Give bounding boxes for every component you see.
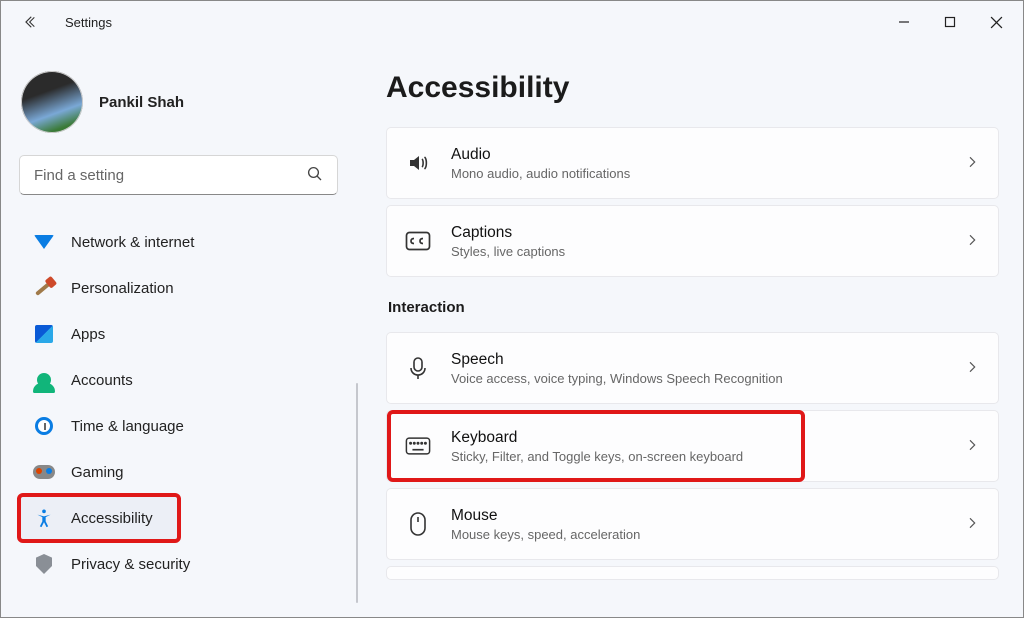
sidebar-nav: Network & internet Personalization Apps … xyxy=(19,219,346,587)
sidebar-item-label: Time & language xyxy=(71,418,184,435)
sidebar-item-apps[interactable]: Apps xyxy=(19,311,346,357)
card-text: Captions Styles, live captions xyxy=(451,224,565,259)
clock-icon xyxy=(33,415,55,437)
account-icon xyxy=(33,369,55,391)
window-controls xyxy=(881,4,1019,40)
card-subtitle: Voice access, voice typing, Windows Spee… xyxy=(451,371,783,386)
mouse-icon xyxy=(405,511,431,537)
scrollbar-thumb[interactable] xyxy=(356,383,358,603)
audio-icon xyxy=(405,150,431,176)
apps-icon xyxy=(33,323,55,345)
profile-name: Pankil Shah xyxy=(99,94,184,111)
titlebar: Settings xyxy=(1,1,1023,43)
sidebar-item-privacy[interactable]: Privacy & security xyxy=(19,541,346,587)
sidebar-item-label: Accessibility xyxy=(71,510,153,527)
card-text: Audio Mono audio, audio notifications xyxy=(451,146,630,181)
card-keyboard[interactable]: Keyboard Sticky, Filter, and Toggle keys… xyxy=(386,410,999,482)
sidebar-item-gaming[interactable]: Gaming xyxy=(19,449,346,495)
mic-icon xyxy=(405,355,431,381)
search-icon xyxy=(306,165,324,186)
sidebar-item-label: Apps xyxy=(71,326,105,343)
card-subtitle: Styles, live captions xyxy=(451,244,565,259)
card-captions[interactable]: Captions Styles, live captions xyxy=(386,205,999,277)
sidebar-item-label: Accounts xyxy=(71,372,133,389)
accessibility-icon xyxy=(33,507,55,529)
card-subtitle: Mouse keys, speed, acceleration xyxy=(451,527,640,542)
body: Pankil Shah Network & internet Personali… xyxy=(1,43,1023,617)
card-title: Keyboard xyxy=(451,429,743,447)
captions-icon xyxy=(405,228,431,254)
gamepad-icon xyxy=(33,461,55,483)
chevron-right-icon xyxy=(964,359,980,378)
sidebar-item-network[interactable]: Network & internet xyxy=(19,219,346,265)
card-truncated[interactable] xyxy=(386,566,999,580)
search-input[interactable] xyxy=(19,155,338,195)
shield-icon xyxy=(33,553,55,575)
card-title: Audio xyxy=(451,146,630,164)
card-title: Speech xyxy=(451,351,783,369)
profile[interactable]: Pankil Shah xyxy=(21,71,346,133)
minimize-button[interactable] xyxy=(881,4,927,40)
chevron-right-icon xyxy=(964,232,980,251)
sidebar-item-label: Personalization xyxy=(71,280,174,297)
card-title: Mouse xyxy=(451,507,640,525)
brush-icon xyxy=(33,277,55,299)
chevron-right-icon xyxy=(964,154,980,173)
app-title: Settings xyxy=(65,15,112,30)
sidebar-item-time[interactable]: Time & language xyxy=(19,403,346,449)
card-text: Speech Voice access, voice typing, Windo… xyxy=(451,351,783,386)
section-interaction: Interaction xyxy=(388,299,999,316)
sidebar: Pankil Shah Network & internet Personali… xyxy=(1,43,356,617)
chevron-right-icon xyxy=(964,437,980,456)
settings-cards: Audio Mono audio, audio notifications Ca… xyxy=(386,127,999,580)
keyboard-icon xyxy=(405,433,431,459)
sidebar-item-label: Network & internet xyxy=(71,234,194,251)
sidebar-item-personalization[interactable]: Personalization xyxy=(19,265,346,311)
card-text: Keyboard Sticky, Filter, and Toggle keys… xyxy=(451,429,743,464)
close-button[interactable] xyxy=(973,4,1019,40)
card-title: Captions xyxy=(451,224,565,242)
card-subtitle: Mono audio, audio notifications xyxy=(451,166,630,181)
search xyxy=(19,155,338,195)
card-text: Mouse Mouse keys, speed, acceleration xyxy=(451,507,640,542)
sidebar-item-label: Gaming xyxy=(71,464,124,481)
settings-window: Settings Pankil Shah xyxy=(0,0,1024,618)
main-content: Accessibility Audio Mono audio, audio no… xyxy=(356,43,1023,617)
page-title: Accessibility xyxy=(386,71,999,105)
sidebar-item-label: Privacy & security xyxy=(71,556,190,573)
sidebar-item-accounts[interactable]: Accounts xyxy=(19,357,346,403)
card-mouse[interactable]: Mouse Mouse keys, speed, acceleration xyxy=(386,488,999,560)
card-subtitle: Sticky, Filter, and Toggle keys, on-scre… xyxy=(451,449,743,464)
card-audio[interactable]: Audio Mono audio, audio notifications xyxy=(386,127,999,199)
card-speech[interactable]: Speech Voice access, voice typing, Windo… xyxy=(386,332,999,404)
sidebar-item-accessibility[interactable]: Accessibility xyxy=(19,495,179,541)
chevron-right-icon xyxy=(964,515,980,534)
avatar xyxy=(21,71,83,133)
wifi-icon xyxy=(33,231,55,253)
maximize-button[interactable] xyxy=(927,4,973,40)
